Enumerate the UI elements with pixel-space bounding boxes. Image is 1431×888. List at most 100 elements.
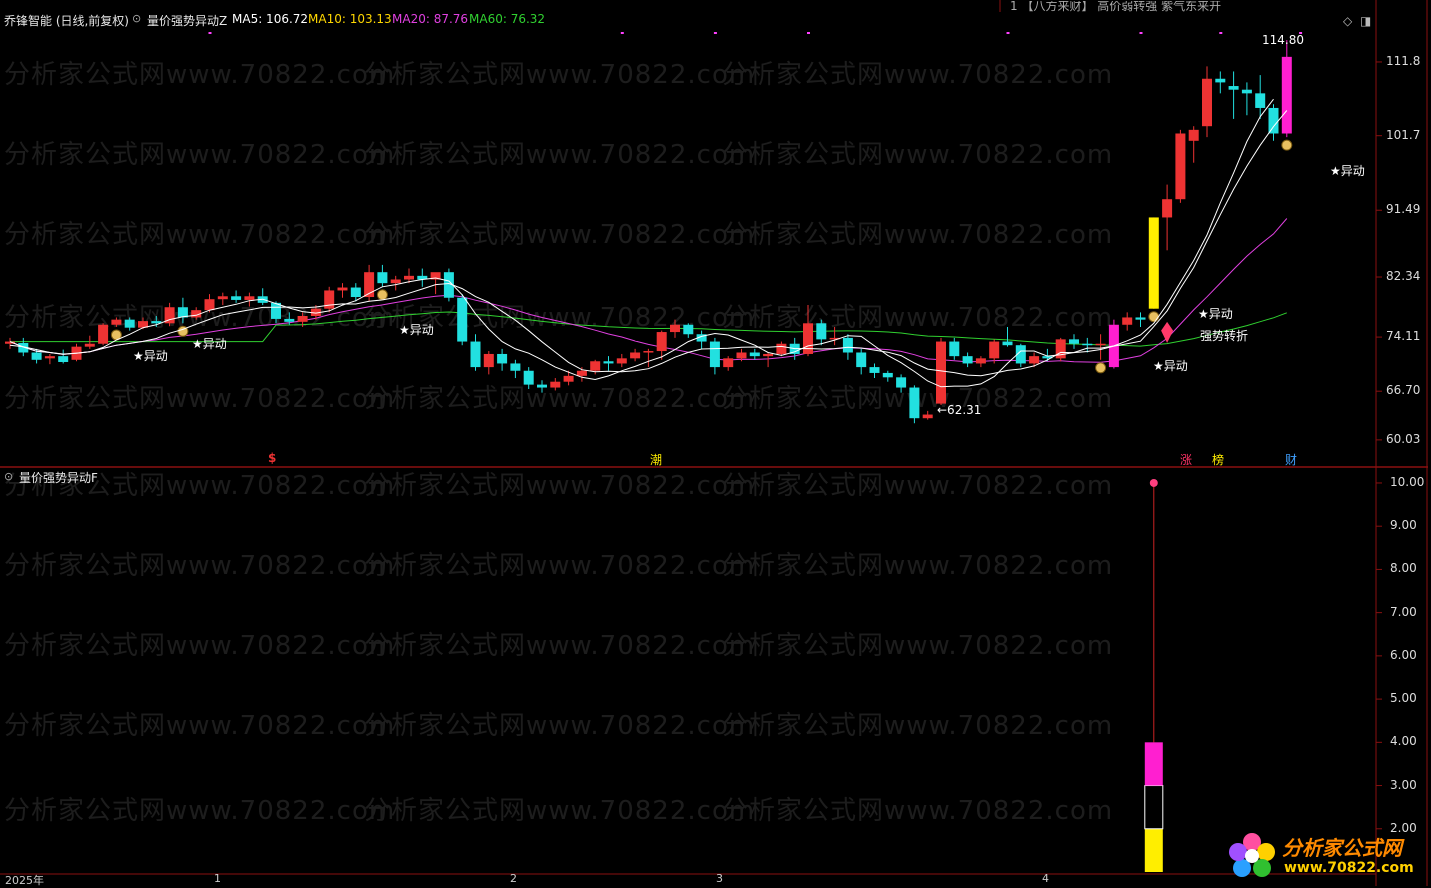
sub-bar-segment — [1144, 742, 1163, 786]
candle-body — [616, 358, 627, 364]
candle-body — [975, 358, 986, 364]
candle-body — [44, 356, 55, 359]
top-dot — [1139, 32, 1143, 34]
candle-body — [842, 337, 853, 353]
candle-body — [523, 370, 534, 385]
candle-body — [656, 332, 667, 352]
ma60-value: MA60: 76.32 — [469, 12, 546, 26]
candle-body — [1241, 89, 1252, 94]
candle-body — [550, 381, 561, 388]
candle-body — [590, 361, 601, 371]
grid — [1376, 61, 1382, 830]
top-dot — [1006, 32, 1010, 34]
signal-label: ★异动 — [133, 349, 168, 363]
candle-body — [922, 414, 933, 419]
candle-body — [337, 287, 348, 291]
logo-text: 分析家公式网 — [1282, 836, 1402, 860]
signal-label-turn: 强势转折 — [1200, 329, 1249, 343]
price-tick-label: 74.11 — [1386, 329, 1421, 344]
candle-body — [1002, 341, 1013, 346]
candle-body — [98, 324, 109, 344]
price-tick-label: 111.8 — [1386, 53, 1421, 68]
flower-logo-icon — [1229, 833, 1275, 877]
candle-body — [763, 353, 774, 357]
signal-label: ★异动 — [1198, 307, 1233, 321]
candle-body — [949, 341, 960, 357]
candle-body — [576, 370, 587, 376]
candle-body — [989, 341, 1000, 359]
candle-body — [244, 296, 255, 300]
candle-body — [350, 287, 361, 298]
candle-body — [683, 324, 694, 335]
candle-body — [470, 341, 481, 368]
candle-body — [709, 341, 720, 368]
sub-indicator-bars — [1144, 478, 1164, 872]
candle-body — [1122, 317, 1133, 325]
top-dots — [208, 32, 1303, 34]
candle-body — [284, 318, 295, 322]
candle-body — [204, 299, 215, 311]
sub-tick-label: 8.00 — [1390, 561, 1417, 576]
high-price-label: 114.80 — [1262, 33, 1304, 47]
candle-body — [816, 323, 827, 340]
window-toggle-icon[interactable]: ◨ — [1360, 14, 1371, 28]
candle-body — [882, 372, 893, 378]
price-tick-label: 101.7 — [1386, 127, 1421, 142]
candle-body — [483, 353, 494, 368]
candle-body — [457, 297, 468, 342]
ma5-value: MA5: 106.72 — [232, 12, 309, 26]
candle-body — [723, 358, 734, 368]
signal-label: ★异动 — [1153, 359, 1188, 373]
candle-body — [909, 387, 920, 419]
diamond-icon[interactable]: ◇ — [1343, 14, 1352, 28]
logo-url: www.70822.com — [1284, 860, 1414, 876]
chart-window: 分析家公式网www.70822.com 分析家公式网www.70822.com 分析… — [0, 0, 1431, 887]
candle-body — [537, 384, 547, 388]
candle-body — [1228, 86, 1239, 90]
candle-body — [1255, 93, 1266, 108]
candle-body — [84, 343, 95, 347]
candle-body — [803, 323, 813, 354]
candle-body — [749, 352, 760, 357]
candle-body — [1281, 56, 1292, 134]
candle-body — [1029, 356, 1040, 364]
money-bag-icon — [1095, 362, 1107, 374]
price-tick-label: 82.34 — [1386, 269, 1421, 284]
stock-title: 乔锋智能 (日线,前复权) — [4, 14, 129, 28]
scrolling-ticker[interactable]: 1 【八方来财】 高价弱转强 紫气东来开 — [1010, 1, 1340, 13]
price-tick-label: 60.03 — [1386, 431, 1421, 446]
sub-tick-label: 6.00 — [1390, 647, 1417, 662]
indicator-toggle-icon[interactable]: ⊙ — [132, 12, 141, 25]
main-indicator-name[interactable]: 量价强势异动Z — [147, 12, 227, 29]
candle-body — [1082, 343, 1093, 346]
sub-indicator-toggle-icon[interactable]: ⊙ — [4, 470, 13, 483]
sub-indicator-name[interactable]: 量价强势异动F — [19, 469, 98, 486]
candle-body — [58, 356, 69, 362]
sub-tick-label: 3.00 — [1390, 777, 1417, 792]
sub-tick-label: 4.00 — [1390, 734, 1417, 749]
candle-body — [896, 377, 907, 388]
candle-body — [869, 367, 880, 373]
candle-body — [404, 275, 414, 280]
marker-chao: 潮 — [650, 453, 663, 467]
candle-body — [1148, 217, 1159, 309]
candle-body — [1069, 339, 1079, 344]
candle-body — [856, 352, 867, 368]
candle-body — [31, 352, 42, 360]
sub-bar-segment — [1144, 785, 1164, 830]
diamond-icon — [1161, 321, 1174, 344]
chart-canvas[interactable] — [0, 0, 1431, 886]
signal-label: ★异动 — [1330, 164, 1365, 178]
date-label: 3 — [716, 872, 723, 885]
sub-tick-label: 10.00 — [1390, 474, 1425, 489]
money-bag-icon — [376, 289, 388, 301]
money-bag-icon — [1148, 311, 1160, 323]
candlestick-series — [5, 40, 1293, 424]
marker-cai: 财 — [1285, 453, 1298, 467]
candle-body — [1162, 199, 1173, 218]
candle-body — [563, 375, 574, 382]
low-price-label: ←62.31 — [937, 403, 982, 417]
candle-body — [776, 343, 787, 354]
ma10-value: MA10: 103.13 — [308, 12, 392, 26]
price-tick-label: 91.49 — [1386, 202, 1421, 217]
